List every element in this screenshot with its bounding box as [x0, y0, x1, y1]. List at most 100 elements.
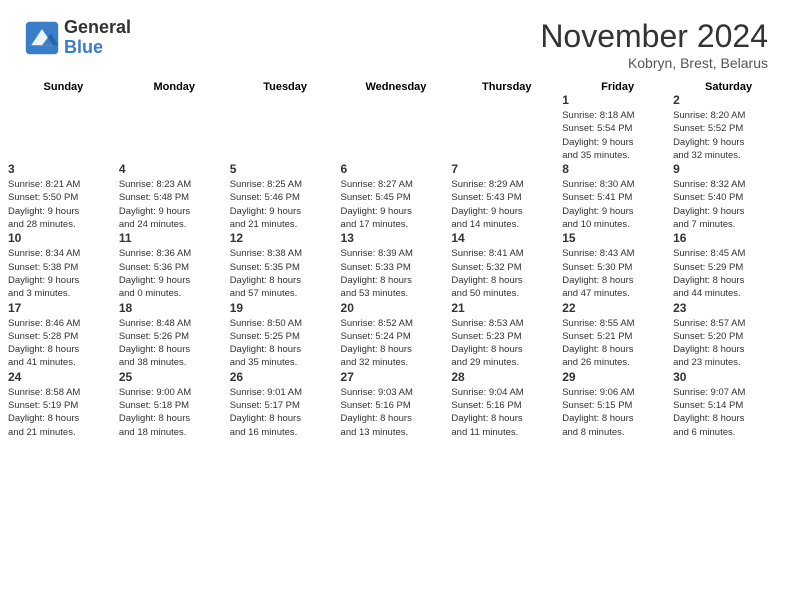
week-row-1: 3 Sunrise: 8:21 AM Sunset: 5:50 PM Daylig… — [8, 162, 784, 231]
day-info: Sunrise: 8:29 AM Sunset: 5:43 PM Dayligh… — [451, 178, 562, 231]
calendar-cell-2-2: 12Sunrise: 8:38 AM Sunset: 5:35 PM Dayli… — [230, 231, 341, 300]
day-number: 4 — [119, 162, 230, 176]
day-number: 16 — [673, 231, 784, 245]
calendar-cell-4-5: 29 Sunrise: 9:06 AM Sunset: 5:15 PM Dayli… — [562, 370, 673, 439]
calendar-cell-4-6: 30Sunrise: 9:07 AM Sunset: 5:14 PM Dayli… — [673, 370, 784, 439]
calendar-cell-3-4: 21 Sunrise: 8:53 AM Sunset: 5:23 PM Dayli… — [451, 301, 562, 370]
day-number: 5 — [230, 162, 341, 176]
day-info: Sunrise: 9:01 AM Sunset: 5:17 PM Dayligh… — [230, 386, 341, 439]
day-number: 30 — [673, 370, 784, 384]
calendar-cell-2-5: 15Sunrise: 8:43 AM Sunset: 5:30 PM Dayli… — [562, 231, 673, 300]
calendar-cell-4-0: 24 Sunrise: 8:58 AM Sunset: 5:19 PM Dayli… — [8, 370, 119, 439]
day-number: 14 — [451, 231, 562, 245]
calendar-cell-2-0: 10 Sunrise: 8:34 AM Sunset: 5:38 PM Dayli… — [8, 231, 119, 300]
day-number: 3 — [8, 162, 119, 176]
day-info: Sunrise: 9:04 AM Sunset: 5:16 PM Dayligh… — [451, 386, 562, 439]
day-info: Sunrise: 8:46 AM Sunset: 5:28 PM Dayligh… — [8, 317, 119, 370]
day-info: Sunrise: 8:36 AM Sunset: 5:36 PM Dayligh… — [119, 247, 230, 300]
day-number: 10 — [8, 231, 119, 245]
day-info: Sunrise: 8:30 AM Sunset: 5:41 PM Dayligh… — [562, 178, 673, 231]
day-number: 24 — [8, 370, 119, 384]
calendar-cell-4-3: 27 Sunrise: 9:03 AM Sunset: 5:16 PM Dayli… — [341, 370, 452, 439]
day-number: 2 — [673, 93, 784, 107]
day-info: Sunrise: 8:38 AM Sunset: 5:35 PM Dayligh… — [230, 247, 341, 300]
col-wednesday: Wednesday — [341, 81, 452, 93]
day-info: Sunrise: 8:43 AM Sunset: 5:30 PM Dayligh… — [562, 247, 673, 300]
month-title: November 2024 — [540, 18, 768, 55]
day-info: Sunrise: 9:03 AM Sunset: 5:16 PM Dayligh… — [341, 386, 452, 439]
day-info: Sunrise: 8:18 AM Sunset: 5:54 PM Dayligh… — [562, 109, 673, 162]
day-number: 27 — [341, 370, 452, 384]
day-number: 26 — [230, 370, 341, 384]
calendar-cell-2-4: 14 Sunrise: 8:41 AM Sunset: 5:32 PM Dayli… — [451, 231, 562, 300]
day-info: Sunrise: 8:57 AM Sunset: 5:20 PM Dayligh… — [673, 317, 784, 370]
calendar-cell-4-2: 26 Sunrise: 9:01 AM Sunset: 5:17 PM Dayli… — [230, 370, 341, 439]
day-info: Sunrise: 8:20 AM Sunset: 5:52 PM Dayligh… — [673, 109, 784, 162]
logo-blue: Blue — [64, 38, 131, 58]
calendar-wrapper: Sunday Monday Tuesday Wednesday Thursday… — [0, 81, 792, 447]
day-info: Sunrise: 8:23 AM Sunset: 5:48 PM Dayligh… — [119, 178, 230, 231]
calendar-cell-0-0 — [8, 93, 119, 162]
calendar-cell-3-0: 17 Sunrise: 8:46 AM Sunset: 5:28 PM Dayli… — [8, 301, 119, 370]
day-number: 13 — [341, 231, 452, 245]
day-number: 8 — [562, 162, 673, 176]
calendar-cell-0-1 — [119, 93, 230, 162]
day-info: Sunrise: 8:53 AM Sunset: 5:23 PM Dayligh… — [451, 317, 562, 370]
day-info: Sunrise: 8:27 AM Sunset: 5:45 PM Dayligh… — [341, 178, 452, 231]
day-info: Sunrise: 8:58 AM Sunset: 5:19 PM Dayligh… — [8, 386, 119, 439]
day-number: 18 — [119, 301, 230, 315]
day-info: Sunrise: 9:00 AM Sunset: 5:18 PM Dayligh… — [119, 386, 230, 439]
day-number: 22 — [562, 301, 673, 315]
logo: General Blue — [24, 18, 131, 58]
calendar-table: Sunday Monday Tuesday Wednesday Thursday… — [8, 81, 784, 439]
calendar-cell-0-6: 2 Sunrise: 8:20 AM Sunset: 5:52 PM Daylig… — [673, 93, 784, 162]
day-info: Sunrise: 8:41 AM Sunset: 5:32 PM Dayligh… — [451, 247, 562, 300]
col-thursday: Thursday — [451, 81, 562, 93]
week-row-2: 10 Sunrise: 8:34 AM Sunset: 5:38 PM Dayli… — [8, 231, 784, 300]
day-info: Sunrise: 8:34 AM Sunset: 5:38 PM Dayligh… — [8, 247, 119, 300]
day-number: 17 — [8, 301, 119, 315]
calendar-cell-3-1: 18 Sunrise: 8:48 AM Sunset: 5:26 PM Dayli… — [119, 301, 230, 370]
col-monday: Monday — [119, 81, 230, 93]
day-number: 7 — [451, 162, 562, 176]
day-info: Sunrise: 8:48 AM Sunset: 5:26 PM Dayligh… — [119, 317, 230, 370]
calendar-cell-3-6: 23 Sunrise: 8:57 AM Sunset: 5:20 PM Dayli… — [673, 301, 784, 370]
logo-icon — [24, 20, 60, 56]
location: Kobryn, Brest, Belarus — [540, 55, 768, 71]
day-number: 19 — [230, 301, 341, 315]
header-row: Sunday Monday Tuesday Wednesday Thursday… — [8, 81, 784, 93]
day-number: 28 — [451, 370, 562, 384]
day-info: Sunrise: 8:55 AM Sunset: 5:21 PM Dayligh… — [562, 317, 673, 370]
calendar-cell-2-3: 13Sunrise: 8:39 AM Sunset: 5:33 PM Dayli… — [341, 231, 452, 300]
day-number: 9 — [673, 162, 784, 176]
calendar-cell-1-5: 8 Sunrise: 8:30 AM Sunset: 5:41 PM Daylig… — [562, 162, 673, 231]
calendar-cell-4-1: 25Sunrise: 9:00 AM Sunset: 5:18 PM Dayli… — [119, 370, 230, 439]
day-number: 11 — [119, 231, 230, 245]
day-number: 21 — [451, 301, 562, 315]
calendar-header: Sunday Monday Tuesday Wednesday Thursday… — [8, 81, 784, 93]
calendar-cell-1-0: 3 Sunrise: 8:21 AM Sunset: 5:50 PM Daylig… — [8, 162, 119, 231]
calendar-body: 1 Sunrise: 8:18 AM Sunset: 5:54 PM Daylig… — [8, 93, 784, 439]
week-row-0: 1 Sunrise: 8:18 AM Sunset: 5:54 PM Daylig… — [8, 93, 784, 162]
col-sunday: Sunday — [8, 81, 119, 93]
col-saturday: Saturday — [673, 81, 784, 93]
calendar-cell-1-1: 4 Sunrise: 8:23 AM Sunset: 5:48 PM Daylig… — [119, 162, 230, 231]
calendar-cell-0-2 — [230, 93, 341, 162]
day-number: 20 — [341, 301, 452, 315]
day-info: Sunrise: 8:21 AM Sunset: 5:50 PM Dayligh… — [8, 178, 119, 231]
day-info: Sunrise: 8:45 AM Sunset: 5:29 PM Dayligh… — [673, 247, 784, 300]
calendar-cell-1-6: 9Sunrise: 8:32 AM Sunset: 5:40 PM Daylig… — [673, 162, 784, 231]
logo-general: General — [64, 18, 131, 38]
day-info: Sunrise: 8:50 AM Sunset: 5:25 PM Dayligh… — [230, 317, 341, 370]
calendar-cell-2-1: 11 Sunrise: 8:36 AM Sunset: 5:36 PM Dayli… — [119, 231, 230, 300]
calendar-cell-0-5: 1 Sunrise: 8:18 AM Sunset: 5:54 PM Daylig… — [562, 93, 673, 162]
week-row-3: 17 Sunrise: 8:46 AM Sunset: 5:28 PM Dayli… — [8, 301, 784, 370]
day-number: 1 — [562, 93, 673, 107]
week-row-4: 24 Sunrise: 8:58 AM Sunset: 5:19 PM Dayli… — [8, 370, 784, 439]
calendar-cell-0-4 — [451, 93, 562, 162]
day-info: Sunrise: 9:06 AM Sunset: 5:15 PM Dayligh… — [562, 386, 673, 439]
day-number: 29 — [562, 370, 673, 384]
col-friday: Friday — [562, 81, 673, 93]
day-number: 23 — [673, 301, 784, 315]
title-block: November 2024 Kobryn, Brest, Belarus — [540, 18, 768, 71]
